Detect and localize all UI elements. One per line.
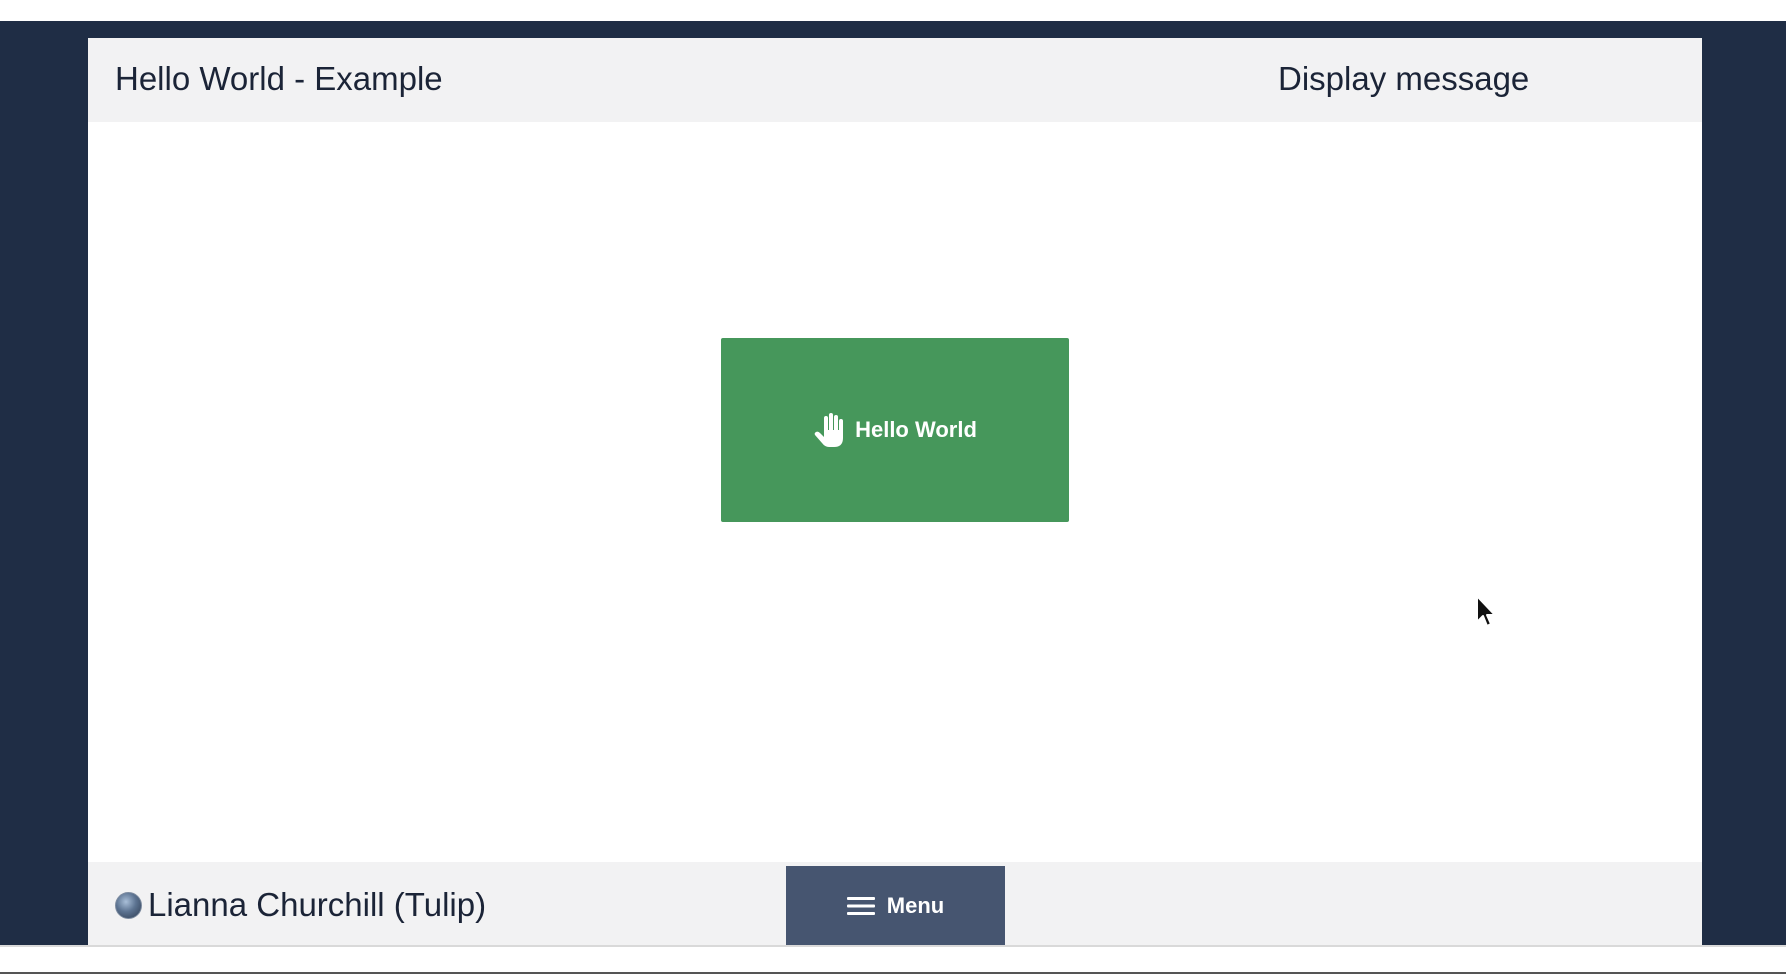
- app-title: Hello World - Example: [115, 60, 443, 97]
- user-info[interactable]: Lianna Churchill (Tulip): [115, 886, 486, 924]
- display-message: Display message: [1278, 60, 1530, 97]
- menu-button[interactable]: Menu: [786, 866, 1005, 945]
- avatar: [115, 891, 142, 919]
- app-footer: Lianna Churchill (Tulip) Menu: [88, 862, 1702, 945]
- user-name: Lianna Churchill (Tulip): [148, 886, 487, 923]
- app-canvas: Hello World: [88, 122, 1702, 862]
- app-header: Hello World - Example Display message: [88, 38, 1702, 122]
- hello-world-label: Hello World: [855, 417, 977, 442]
- mouse-cursor-icon: [1476, 595, 1496, 627]
- menu-label: Menu: [886, 892, 945, 918]
- window-top-strip: [0, 0, 1786, 21]
- app-frame: Hello World - Example Display message He…: [88, 38, 1702, 945]
- hand-icon: [814, 413, 844, 447]
- hello-world-button[interactable]: Hello World: [721, 338, 1069, 522]
- window-bottom-strip: [0, 945, 1786, 974]
- hamburger-icon: [846, 896, 875, 915]
